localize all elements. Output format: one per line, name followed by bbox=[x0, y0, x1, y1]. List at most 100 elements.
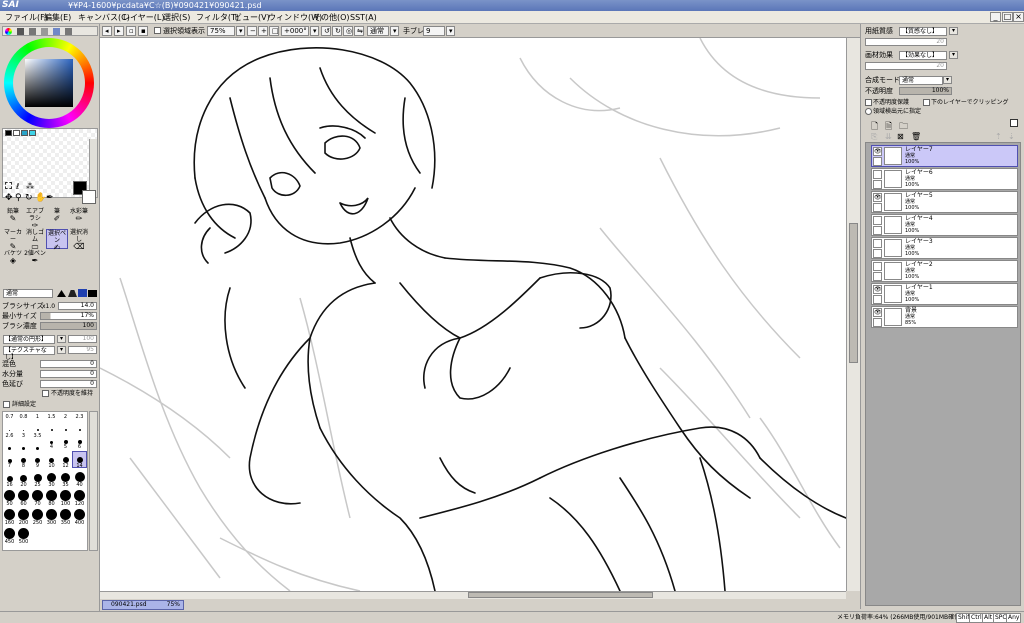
visibility-eye-icon[interactable]: 👁 bbox=[873, 308, 882, 317]
tool-select-eraser[interactable]: 選択消し ⌫ bbox=[68, 229, 90, 251]
tool-pencil[interactable]: 鉛筆 ✎ bbox=[2, 208, 24, 228]
hard-edge-icon[interactable] bbox=[57, 290, 66, 297]
rotation-dropdown-icon[interactable]: ▾ bbox=[310, 26, 319, 36]
layer-item[interactable]: レイヤー6 通常 100% bbox=[871, 168, 1018, 190]
swatch-scrollbar[interactable] bbox=[89, 139, 97, 197]
brush-size-cell[interactable]: 300 bbox=[45, 509, 58, 526]
menu-view[interactable]: ビュー(V) bbox=[234, 12, 270, 23]
lasso-icon[interactable]: ℓ bbox=[16, 182, 19, 191]
selection-source-radio[interactable] bbox=[865, 108, 872, 115]
layer-item[interactable]: 👁 背景 通常 85% bbox=[871, 306, 1018, 328]
menu-filter[interactable]: フィルタ(T) bbox=[196, 12, 239, 23]
brush-size-cell[interactable]: 10 bbox=[45, 452, 58, 469]
swatch-mode-icon[interactable] bbox=[41, 28, 48, 35]
brush-size-cell[interactable]: 60 bbox=[17, 490, 30, 507]
clipping-checkbox[interactable] bbox=[923, 99, 930, 106]
menu-sst[interactable]: SST(A) bbox=[350, 12, 377, 23]
brush-size-cell[interactable]: 3.5 bbox=[31, 433, 44, 450]
magic-wand-icon[interactable]: ⁂ bbox=[26, 182, 34, 191]
selection-display-checkbox[interactable] bbox=[154, 27, 161, 34]
brush-size-cell[interactable]: 16 bbox=[3, 471, 16, 488]
brush-size-cell[interactable]: 70 bbox=[31, 490, 44, 507]
layer-item[interactable]: レイヤー4 通常 100% bbox=[871, 214, 1018, 236]
brush-size-field[interactable]: 14.0 bbox=[58, 302, 97, 310]
brush-mode-select[interactable]: 通常 bbox=[3, 289, 53, 298]
swatch[interactable] bbox=[5, 130, 12, 136]
color-panel-icon[interactable] bbox=[65, 28, 72, 35]
shape-dropdown-icon[interactable]: ▾ bbox=[57, 335, 66, 343]
flip-button[interactable]: ⇋ bbox=[354, 26, 364, 36]
tool-select-pen[interactable]: 選択ペン ✍ bbox=[46, 229, 68, 252]
brush-size-cell[interactable]: 5 bbox=[59, 433, 72, 450]
brush-size-cell[interactable]: 20 bbox=[17, 471, 30, 488]
effect-strength[interactable]: 20 bbox=[865, 62, 947, 70]
layer-item[interactable]: 👁 レイヤー5 通常 100% bbox=[871, 191, 1018, 213]
background-color[interactable] bbox=[82, 190, 96, 204]
maximize-button[interactable]: □ bbox=[1002, 12, 1013, 22]
swatch[interactable] bbox=[13, 130, 20, 136]
menu-layer[interactable]: レイヤー(L) bbox=[122, 12, 164, 23]
minimize-button[interactable]: _ bbox=[990, 12, 1001, 22]
layer-up-icon[interactable]: ⇡ bbox=[995, 132, 1002, 141]
menu-other[interactable]: その他(O) bbox=[313, 12, 350, 23]
tool-marker[interactable]: マーカー ✎ bbox=[2, 229, 24, 251]
paper-dropdown-icon[interactable]: ▾ bbox=[949, 27, 958, 35]
tool-brush[interactable]: 筆 ✐ bbox=[46, 208, 68, 228]
layer-lock-icon[interactable] bbox=[873, 249, 882, 258]
visibility-eye-icon[interactable] bbox=[873, 170, 882, 179]
visibility-eye-icon[interactable]: 👁 bbox=[873, 193, 882, 202]
brush-size-cell[interactable]: 80 bbox=[45, 490, 58, 507]
composite-dropdown-icon[interactable]: ▾ bbox=[943, 76, 952, 84]
brush-size-cell[interactable]: 35 bbox=[59, 471, 72, 488]
visibility-eye-icon[interactable] bbox=[873, 216, 882, 225]
menu-file[interactable]: ファイル(F) bbox=[5, 12, 48, 23]
brush-size-cell[interactable]: 7 bbox=[3, 452, 16, 469]
rotate-right-button[interactable]: ↻ bbox=[332, 26, 342, 36]
redo-button[interactable]: ▸ bbox=[114, 26, 124, 36]
layer-down-icon[interactable]: ⇣ bbox=[1008, 132, 1015, 141]
keep-opacity-checkbox[interactable] bbox=[42, 390, 49, 397]
brush-size-cell[interactable]: 1.5 bbox=[45, 414, 58, 431]
paper-texture-select[interactable]: 【質感なし】 bbox=[899, 27, 947, 36]
menu-edit[interactable]: 編集(E) bbox=[44, 12, 71, 23]
move-icon[interactable]: ✥ bbox=[5, 193, 13, 203]
texture-select[interactable]: 【テクスチャなし】 bbox=[3, 346, 55, 361]
brush-shape-select[interactable]: 【通常の円形】 bbox=[3, 335, 55, 344]
swatch[interactable] bbox=[21, 130, 28, 136]
protect-opacity-checkbox[interactable] bbox=[865, 99, 872, 106]
tool-binary-pen[interactable]: 2値ペン ✒ bbox=[24, 250, 46, 270]
layer-lock-icon[interactable] bbox=[873, 272, 882, 281]
brush-size-cell[interactable]: 250 bbox=[31, 509, 44, 526]
brush-size-cell[interactable]: 12 bbox=[59, 452, 72, 469]
zoom-select[interactable]: 75% bbox=[207, 26, 235, 36]
menu-select[interactable]: 選択(S) bbox=[163, 12, 190, 23]
density-slider[interactable]: 100 bbox=[40, 322, 97, 330]
document-tab[interactable]: 090421.psd 75% bbox=[102, 600, 184, 610]
blend-slider[interactable]: 0 bbox=[40, 360, 97, 368]
effect-dropdown-icon[interactable]: ▾ bbox=[949, 51, 958, 59]
tool-watercolor[interactable]: 水彩筆 ✏ bbox=[68, 208, 90, 228]
eyedropper-icon[interactable]: ✒ bbox=[46, 193, 54, 203]
edge-selected-icon[interactable] bbox=[78, 289, 87, 297]
brush-size-cell[interactable]: 6 bbox=[73, 433, 86, 450]
drawing-canvas[interactable] bbox=[100, 38, 846, 591]
brush-size-cell[interactable]: 0.7 bbox=[3, 414, 16, 431]
rotation-field[interactable]: +000° bbox=[281, 26, 309, 36]
rotate-left-button[interactable]: ↺ bbox=[321, 26, 331, 36]
paper-strength[interactable]: 20 bbox=[865, 38, 947, 46]
rgb-slider-icon[interactable] bbox=[17, 28, 24, 35]
horizontal-scroll-thumb[interactable] bbox=[468, 592, 653, 598]
layer-lock-icon[interactable] bbox=[873, 295, 882, 304]
blend-mode-select[interactable]: 通常 bbox=[367, 26, 389, 36]
brush-size-multiplier[interactable]: x1.0 bbox=[42, 302, 55, 311]
brush-size-cell[interactable]: 450 bbox=[3, 528, 16, 545]
brush-size-cell[interactable]: 400 bbox=[73, 509, 86, 526]
copy-layer-icon[interactable]: ⎘ bbox=[871, 132, 877, 142]
zoom-dropdown-icon[interactable]: ▾ bbox=[236, 26, 245, 36]
color-wheel-mode-icon[interactable] bbox=[5, 28, 12, 35]
shape-strength[interactable]: 100 bbox=[68, 335, 97, 343]
brush-size-cell[interactable]: 160 bbox=[3, 509, 16, 526]
rect-select-icon[interactable] bbox=[5, 182, 12, 189]
zoom-icon[interactable]: ⚲ bbox=[15, 193, 22, 203]
flat-edge-icon[interactable] bbox=[88, 290, 97, 297]
